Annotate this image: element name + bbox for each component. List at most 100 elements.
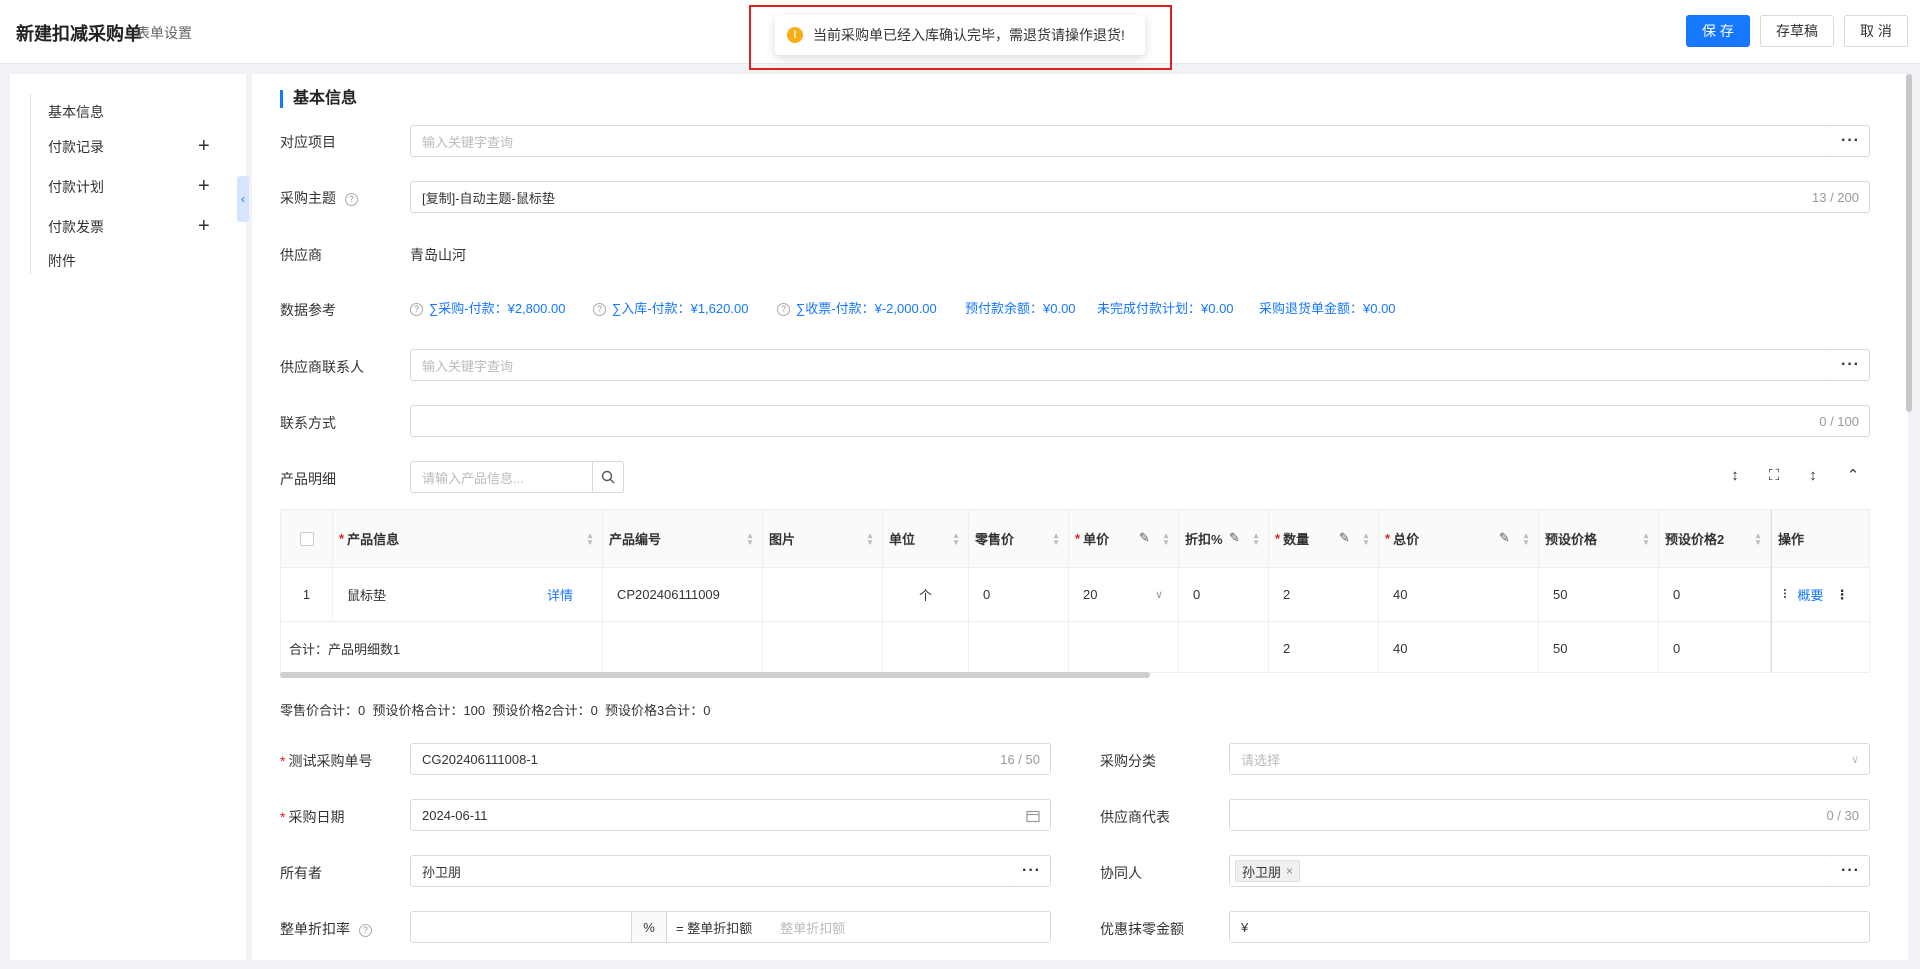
sort-icon[interactable]: ▲ ▼	[1642, 532, 1650, 547]
sidebar-item-attachments[interactable]: 附件	[48, 251, 76, 271]
close-icon[interactable]: ×	[1286, 864, 1293, 878]
col-preset-price-2[interactable]: 预设价格2 ▲ ▼	[1659, 510, 1771, 568]
col-total-price[interactable]: 总价✎▲▼	[1379, 510, 1539, 568]
product-detail-link[interactable]: 详情	[547, 585, 573, 604]
sort-icon[interactable]: ▲ ▼	[952, 532, 960, 547]
col-retail-price[interactable]: 零售价 ▲ ▼	[969, 510, 1069, 568]
purchase-no-char-count: 16 / 50	[1000, 751, 1040, 767]
sidebar-item-basic-info[interactable]: 基本信息	[48, 102, 104, 122]
rounding-input[interactable]: ¥	[1229, 911, 1870, 943]
expand-vertical-icon[interactable]: ↕	[1804, 466, 1822, 484]
sort-icon[interactable]: ▲ ▼	[1252, 532, 1260, 547]
purchase-date-input[interactable]: 2024-06-11	[410, 799, 1051, 831]
subject-label: 采购主题 ?	[280, 188, 364, 208]
sort-icon[interactable]: ▲ ▼	[1522, 532, 1530, 547]
add-payment-record-plus-icon[interactable]: +	[198, 136, 210, 156]
form-settings-link[interactable]: 表单设置	[136, 23, 192, 43]
sidebar-item-payment-records[interactable]: 付款记录	[48, 137, 104, 157]
edit-pencil-icon[interactable]: ✎	[1499, 530, 1510, 546]
sidebar: 基本信息 付款记录 + 付款计划 + 付款发票 + 附件	[10, 74, 246, 960]
sort-icon[interactable]: ▲ ▼	[586, 532, 594, 547]
summary-total: 40	[1379, 622, 1539, 672]
edit-pencil-icon[interactable]: ✎	[1229, 530, 1240, 546]
data-ref-purchase-payment[interactable]: ? ∑采购-付款：¥2,800.00	[410, 298, 565, 317]
contact-method-input[interactable]: 0 / 100	[410, 405, 1870, 437]
owner-input[interactable]: 孙卫朋	[410, 855, 1014, 887]
summary-quantity: 2	[1269, 622, 1379, 672]
horizontal-scrollbar[interactable]	[280, 672, 1150, 678]
product-search-input[interactable]: 请输入产品信息...	[410, 461, 593, 493]
col-preset-price[interactable]: 预设价格 ▲ ▼	[1539, 510, 1659, 568]
sort-icon[interactable]: ▲ ▼	[866, 532, 874, 547]
product-search-button[interactable]	[592, 461, 624, 493]
collaborator-input[interactable]: 孙卫朋 ×	[1229, 855, 1833, 887]
collapse-sidebar-chevron-icon[interactable]: ‹	[237, 176, 249, 222]
add-payment-invoice-plus-icon[interactable]: +	[198, 216, 210, 236]
save-draft-button[interactable]: 存草稿	[1760, 15, 1834, 47]
cell-total-price[interactable]: 40	[1379, 568, 1539, 622]
data-ref-stockin-payment[interactable]: ? ∑入库-付款：¥1,620.00	[593, 298, 748, 317]
col-image[interactable]: 图片 ▲ ▼	[763, 510, 883, 568]
more-vertical-icon[interactable]: ⋮	[1836, 587, 1849, 603]
supplier-rep-label: 供应商代表	[1100, 809, 1170, 825]
totals-line: 零售价合计：0 预设价格合计：100 预设价格2合计：0 预设价格3合计：0	[280, 703, 711, 718]
collaborator-more-button[interactable]: ···	[1832, 855, 1870, 887]
data-ref-return-amount[interactable]: 采购退货单金额：¥0.00	[1259, 298, 1396, 317]
supplier-rep-char-count: 0 / 30	[1826, 807, 1859, 823]
purchase-no-input[interactable]: CG202406111008-1 16 / 50	[410, 743, 1051, 775]
project-input[interactable]: 输入关键字查询	[410, 125, 1833, 157]
help-icon: ?	[777, 303, 790, 317]
purchase-category-label: 采购分类	[1100, 753, 1156, 769]
summary-preset: 50	[1539, 622, 1659, 672]
owner-more-button[interactable]: ···	[1013, 855, 1051, 887]
summary-link[interactable]: 概要	[1798, 585, 1824, 604]
supplier-contact-input[interactable]: 输入关键字查询	[410, 349, 1833, 381]
col-discount[interactable]: 折扣% ✎ ▲ ▼	[1179, 510, 1269, 568]
subject-input[interactable]: [复制]-自动主题-鼠标垫 13 / 200	[410, 181, 1870, 213]
sort-icon[interactable]: ▲ ▼	[746, 532, 754, 547]
cell-discount[interactable]: 0	[1179, 568, 1269, 622]
cell-quantity[interactable]: 2	[1269, 568, 1379, 622]
purchase-category-select[interactable]: 请选择 ∨	[1229, 743, 1870, 775]
add-payment-plan-plus-icon[interactable]: +	[198, 176, 210, 196]
edit-pencil-icon[interactable]: ✎	[1339, 530, 1350, 546]
help-icon: ?	[593, 303, 606, 317]
drag-handle-icon[interactable]: ⠇	[1782, 587, 1792, 603]
col-product-code[interactable]: 产品编号 ▲ ▼	[603, 510, 763, 568]
discount-rate-input[interactable]	[410, 911, 632, 943]
row-height-icon[interactable]: ↕	[1726, 466, 1744, 484]
cancel-button[interactable]: 取 消	[1844, 15, 1908, 47]
sidebar-item-payment-plan[interactable]: 付款计划	[48, 177, 104, 197]
calendar-icon[interactable]	[1026, 809, 1040, 823]
sort-icon[interactable]: ▲ ▼	[1162, 532, 1170, 547]
fullscreen-icon[interactable]: ⛶	[1765, 466, 1783, 484]
vertical-scrollbar[interactable]	[1906, 74, 1912, 412]
project-more-button[interactable]: ···	[1832, 125, 1870, 157]
sort-icon[interactable]: ▲ ▼	[1754, 532, 1762, 547]
save-button[interactable]: 保 存	[1686, 15, 1750, 47]
edit-pencil-icon[interactable]: ✎	[1139, 530, 1150, 546]
select-all-checkbox[interactable]	[299, 531, 314, 546]
col-unit-price[interactable]: 单价✎▲▼	[1069, 510, 1179, 568]
cell-unit-price-select[interactable]: 20 ∨	[1069, 568, 1179, 622]
purchase-date-label: 采购日期	[280, 807, 344, 827]
data-ref-prepayment-balance[interactable]: 预付款余额：¥0.00	[965, 298, 1076, 317]
chevron-up-icon[interactable]: ⌃	[1844, 466, 1862, 484]
chevron-down-icon: ∨	[1155, 589, 1164, 601]
sidebar-item-payment-invoice[interactable]: 付款发票	[48, 217, 104, 237]
select-all-header	[281, 510, 333, 568]
sort-icon[interactable]: ▲ ▼	[1052, 532, 1060, 547]
supplier-contact-more-button[interactable]: ···	[1832, 349, 1870, 381]
collaborator-tag: 孙卫朋 ×	[1235, 860, 1301, 882]
data-ref-invoice-payment[interactable]: ? ∑收票-付款：¥-2,000.00	[777, 298, 937, 317]
product-table: 产品信息▲▼ 产品编号▲▼ 图片▲▼ 单位▲▼ 零售价▲▼ 单价✎▲▼ 折扣%✎…	[280, 509, 1870, 673]
summary-cell	[1179, 622, 1269, 672]
supplier-rep-input[interactable]: 0 / 30	[1229, 799, 1870, 831]
data-ref-unfinished-plan[interactable]: 未完成付款计划：¥0.00	[1097, 298, 1234, 317]
col-quantity[interactable]: 数量✎▲▼	[1269, 510, 1379, 568]
sort-icon[interactable]: ▲ ▼	[1362, 532, 1370, 547]
col-product-info[interactable]: 产品信息▲▼	[333, 510, 603, 568]
col-unit[interactable]: 单位 ▲ ▼	[883, 510, 969, 568]
discount-amount-input[interactable]: = 整单折扣额 整单折扣额	[666, 911, 1051, 943]
supplier-value: 青岛山河	[410, 247, 466, 263]
